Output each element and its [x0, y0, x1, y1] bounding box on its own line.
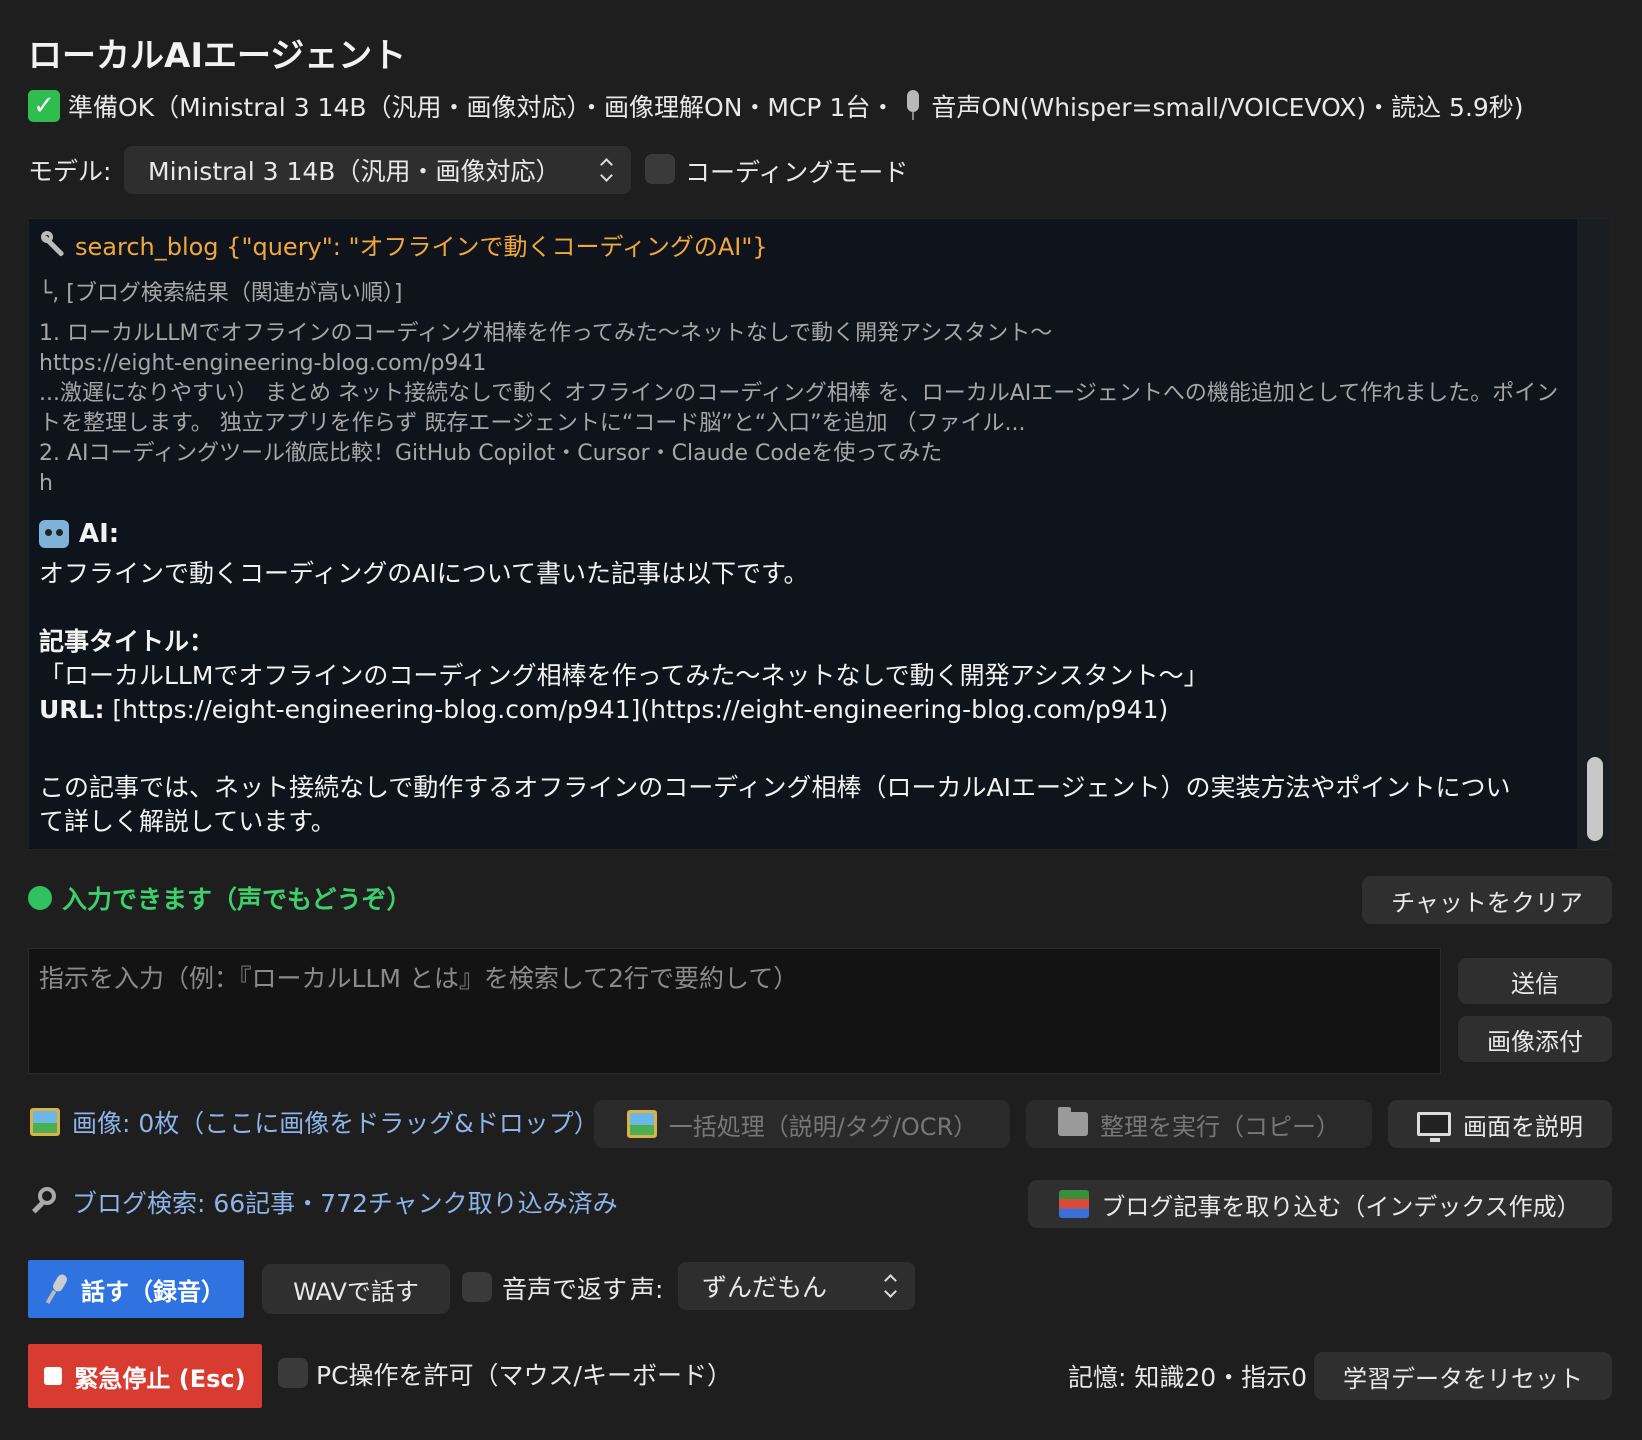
voice-reply-label: 音声で返す — [502, 1275, 628, 1304]
chat-log[interactable]: search_blog {"query": "オフラインで動くコーディングのAI… — [28, 218, 1612, 850]
image-count: 画像: 0枚（ここに画像をドラッグ&ドロップ） — [30, 1104, 599, 1140]
voice-select[interactable]: ずんだもん — [678, 1262, 915, 1310]
model-selected-value: Ministral 3 14B（汎用・画像対応） — [148, 157, 561, 186]
pc-control-checkbox[interactable] — [278, 1358, 308, 1388]
organize-label: 整理を実行（コピー） — [1100, 1112, 1340, 1141]
image-count-text: 画像: 0枚（ここに画像をドラッグ&ドロップ） — [72, 1109, 599, 1138]
model-label: モデル: — [28, 157, 112, 186]
clear-chat-button[interactable]: チャットをクリア — [1362, 876, 1612, 924]
import-blog-button[interactable]: ブログ記事を取り込む（インデックス作成） — [1028, 1180, 1612, 1228]
result-line: 1. ローカルLLMでオフラインのコーディング相棒を作ってみた〜ネットなしで動く… — [39, 321, 1053, 346]
url-label: URL: — [39, 695, 105, 724]
chevron-updown-icon — [883, 1273, 897, 1299]
status-suffix: 音声ON(Whisper=small/VOICEVOX)・読込 5.9秒) — [931, 93, 1524, 122]
result-line: https://eight-engineering-blog.com/p941 — [39, 351, 487, 376]
blog-status: ブログ検索: 66記事・772チャンク取り込み済み — [30, 1184, 618, 1220]
voice-reply-checkbox[interactable] — [462, 1272, 492, 1302]
result-line: トを整理します。 独立アプリを作らず 既存エージェントに“コード脳”と“入口”を… — [39, 411, 1026, 436]
batch-process-button[interactable]: 一括処理（説明/タグ/OCR） — [594, 1100, 1010, 1148]
instruction-input[interactable]: 指示を入力（例：『ローカルLLM とは』を検索して2行で要約して） — [28, 948, 1441, 1074]
result-line: └, [ブログ検索結果（関連が高い順）] — [39, 281, 403, 306]
microphone-icon — [903, 90, 923, 122]
url-value[interactable]: [https://eight-engineering-blog.com/p941… — [104, 695, 1168, 724]
ai-message-header: AI: — [39, 519, 119, 549]
attach-image-button[interactable]: 画像添付 — [1458, 1016, 1612, 1062]
input-status-text: 入力できます（声でもどうぞ） — [62, 885, 412, 914]
article-title: 「ローカルLLMでオフラインのコーディング相棒を作ってみた〜ネットなしで動く開発… — [39, 661, 1209, 690]
reset-learning-button[interactable]: 学習データをリセット — [1314, 1352, 1612, 1400]
summary-line: て詳しく解説しています。 — [39, 807, 336, 836]
scroll-thumb[interactable] — [1587, 757, 1603, 841]
ai-intro: オフラインで動くコーディングのAIについて書いた記事は以下です。 — [39, 559, 809, 588]
voice-selected-value: ずんだもん — [702, 1273, 828, 1302]
status-prefix: 準備OK（Ministral 3 14B（汎用・画像対応）・画像理解ON・MCP… — [68, 93, 896, 122]
coding-mode-checkbox[interactable] — [645, 154, 675, 184]
memory-status: 記憶: 知識20・指示0 — [1068, 1363, 1308, 1392]
status-line: ✓ 準備OK（Ministral 3 14B（汎用・画像対応）・画像理解ON・M… — [28, 88, 1524, 124]
voice-label: 声: — [630, 1275, 664, 1304]
describe-screen-label: 画面を説明 — [1463, 1112, 1583, 1141]
result-line: ...激遅になりやすい） まとめ ネット接続なしで動く オフラインのコーディング… — [39, 381, 1559, 406]
picture-icon — [626, 1110, 657, 1138]
talk-label: 話す（録音） — [81, 1277, 225, 1306]
import-blog-label: ブログ記事を取り込む（インデックス作成） — [1101, 1192, 1581, 1221]
robot-icon — [39, 520, 69, 548]
pc-control-label: PC操作を許可（マウス/キーボード） — [316, 1361, 732, 1390]
coding-mode-label: コーディングモード — [685, 158, 909, 187]
article-heading: 記事タイトル： — [39, 627, 215, 656]
talk-button[interactable]: 話す（録音） — [28, 1260, 244, 1318]
microphone-icon — [47, 1274, 69, 1304]
check-icon: ✓ — [28, 90, 60, 122]
stop-label: 緊急停止 (Esc) — [74, 1364, 246, 1393]
ai-label: AI: — [79, 519, 120, 549]
folder-icon — [1058, 1107, 1088, 1136]
blog-status-text: ブログ検索: 66記事・772チャンク取り込み済み — [72, 1189, 618, 1218]
picture-icon — [30, 1108, 60, 1136]
model-select[interactable]: Ministral 3 14B（汎用・画像対応） — [124, 146, 631, 194]
monitor-icon — [1417, 1112, 1451, 1142]
tool-call: search_blog {"query": "オフラインで動くコーディングのAI… — [39, 227, 768, 262]
result-line: h — [39, 471, 53, 496]
describe-screen-button[interactable]: 画面を説明 — [1388, 1100, 1612, 1148]
app-title: ローカルAIエージェント — [28, 36, 407, 76]
batch-process-label: 一括処理（説明/タグ/OCR） — [668, 1112, 978, 1141]
wav-talk-button[interactable]: WAVで話す — [262, 1264, 450, 1314]
emergency-stop-button[interactable]: 緊急停止 (Esc) — [28, 1344, 262, 1408]
wrench-icon — [39, 230, 67, 259]
result-line: 2. AIコーディングツール徹底比較！GitHub Copilot・Cursor… — [39, 441, 943, 466]
magnifier-icon — [30, 1187, 60, 1217]
organize-button[interactable]: 整理を実行（コピー） — [1026, 1100, 1372, 1148]
stop-icon — [44, 1367, 63, 1385]
books-icon — [1059, 1190, 1090, 1218]
chevron-updown-icon — [599, 157, 613, 183]
summary-line: この記事では、ネット接続なしで動作するオフラインのコーディング相棒（ローカルAI… — [39, 773, 1511, 802]
tool-call-text: search_blog {"query": "オフラインで動くコーディングのAI… — [75, 233, 768, 261]
green-dot-icon — [28, 886, 52, 910]
input-status: 入力できます（声でもどうぞ） — [28, 880, 412, 916]
article-url-line: URL: [https://eight-engineering-blog.com… — [39, 693, 1168, 727]
send-button[interactable]: 送信 — [1458, 958, 1612, 1004]
chat-scrollbar[interactable] — [1577, 219, 1611, 849]
